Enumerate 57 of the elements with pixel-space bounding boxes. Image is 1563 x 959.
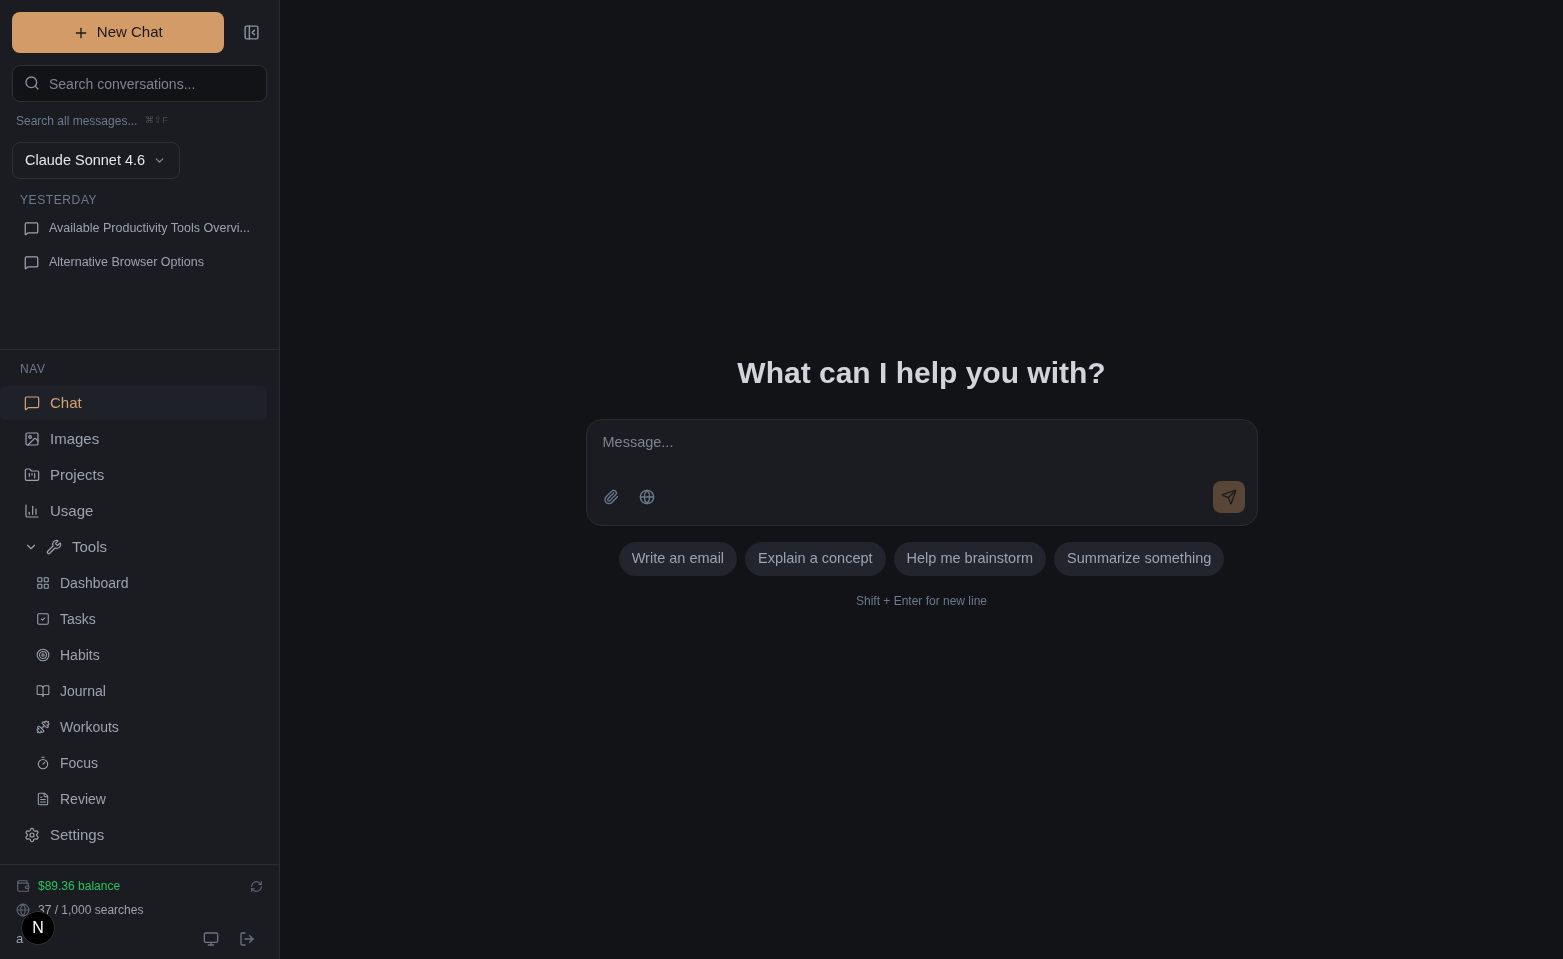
checkbox-icon <box>36 612 50 626</box>
keyboard-hint: Shift + Enter for new line <box>855 593 988 610</box>
nav-item[interactable]: Journal <box>0 674 267 708</box>
suggestion-chip[interactable]: Write an email <box>618 542 738 576</box>
suggestion-chip[interactable]: Help me brainstorm <box>893 542 1047 576</box>
conversation-item[interactable]: Alternative Browser Options <box>12 245 267 279</box>
bar-chart-icon <box>24 503 40 519</box>
send-icon <box>1220 489 1237 505</box>
nav-item[interactable]: Review <box>0 782 267 816</box>
nav-item[interactable]: Settings <box>0 818 267 852</box>
shortcut-hint: ⌘⇧F <box>145 114 168 128</box>
book-icon <box>36 684 50 698</box>
chat-bubble-icon <box>24 395 40 411</box>
message-field[interactable]: Message... <box>602 432 1241 454</box>
suggestion-chip[interactable]: Explain a concept <box>745 542 886 576</box>
chat-bubble-icon <box>24 254 39 270</box>
section-heading: NAV <box>19 361 47 378</box>
user-name: a <box>16 930 24 949</box>
search-field[interactable]: Search conversations... <box>12 65 267 102</box>
section-heading: YESTERDAY <box>19 192 99 209</box>
nav-item[interactable]: Chat <box>0 386 267 420</box>
paperclip-icon[interactable] <box>602 489 619 505</box>
new-chat-button[interactable]: New Chat <box>12 12 224 53</box>
nav-item[interactable]: Tools <box>0 530 267 564</box>
nav-item[interactable]: Images <box>0 422 267 456</box>
globe-icon[interactable] <box>638 489 655 505</box>
chat-bubble-icon <box>24 220 39 236</box>
logout-icon[interactable] <box>239 931 255 947</box>
welcome-heading: What can I help you with? <box>737 355 1106 391</box>
suggestion-chip[interactable]: Summarize something <box>1054 542 1225 576</box>
nav-item[interactable]: Tasks <box>0 602 267 636</box>
folder-icon <box>24 467 40 483</box>
wrench-icon <box>46 539 62 555</box>
nav-item[interactable]: Projects <box>0 458 267 492</box>
grid-icon <box>36 576 50 590</box>
settings-icon <box>24 827 40 843</box>
conversation-item[interactable]: Available Productivity Tools Overvi... <box>12 211 267 245</box>
balance-text: $89.36 balance <box>38 878 121 895</box>
model-selector[interactable]: Claude Sonnet 4.6 <box>12 142 180 179</box>
nav-item[interactable]: Habits <box>0 638 267 672</box>
image-icon <box>24 431 40 447</box>
nav-item[interactable]: Dashboard <box>0 566 267 600</box>
search-all-link[interactable]: Search all messages... <box>16 112 138 130</box>
nav-item[interactable]: Usage <box>0 494 267 528</box>
search-icon <box>24 75 40 91</box>
document-icon <box>36 792 50 806</box>
monitor-icon[interactable] <box>203 931 219 947</box>
dumbbell-icon <box>36 720 50 734</box>
send-button[interactable] <box>1212 481 1245 513</box>
globe-icon <box>16 903 30 917</box>
target-icon <box>36 648 50 662</box>
timer-icon <box>36 756 50 770</box>
refresh-icon[interactable] <box>250 879 263 893</box>
nav-item[interactable]: Focus <box>0 746 267 780</box>
nav-item[interactable]: Workouts <box>0 710 267 744</box>
sidebar-toggle-icon <box>242 24 260 41</box>
wallet-icon <box>16 879 30 893</box>
